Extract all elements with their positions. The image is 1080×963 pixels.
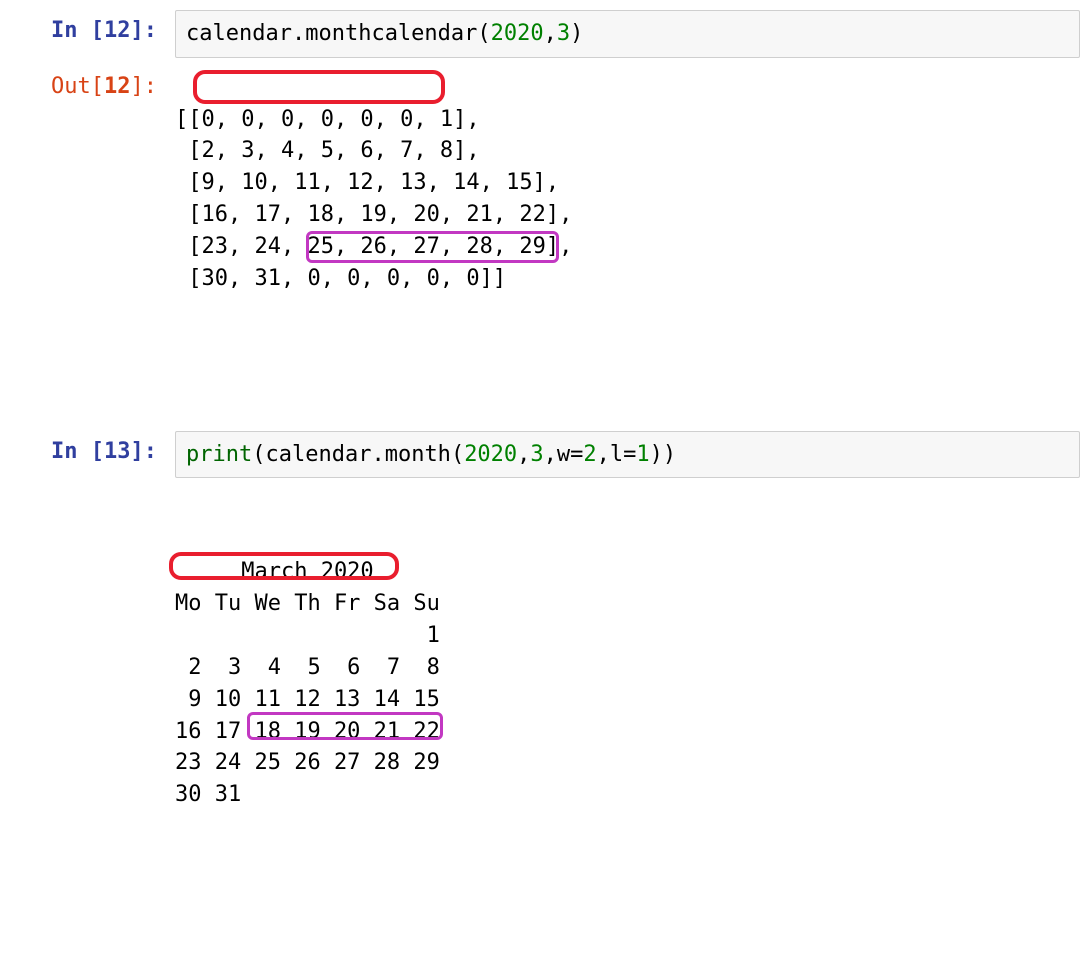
code-token: . [371, 442, 384, 467]
prompt-in-label: In [ [51, 18, 104, 43]
output-line: [2, 3, 4, 5, 6, 7, 8], [175, 138, 480, 163]
code-input-12[interactable]: calendar.monthcalendar(2020,3) [175, 10, 1080, 58]
cell-spacer [0, 405, 1080, 431]
code-token: l [610, 442, 623, 467]
code-token: print [186, 442, 252, 467]
output-line: [16, 17, 18, 19, 20, 21, 22], [175, 202, 572, 227]
prompt-number: 12 [104, 74, 131, 99]
code-token: ( [451, 442, 464, 467]
prompt-number: 13 [104, 439, 131, 464]
code-token: ) [663, 442, 676, 467]
code-token: monthcalendar [305, 21, 477, 46]
prompt-number: 12 [104, 18, 131, 43]
prompt-suffix: ]: [131, 18, 158, 43]
code-token: 3 [557, 21, 570, 46]
output-line: [[0, 0, 0, 0, 0, 0, 1], [175, 107, 480, 132]
code-token: ( [252, 442, 265, 467]
code-token: 1 [636, 442, 649, 467]
code-token: w [557, 442, 570, 467]
code-token: ( [477, 21, 490, 46]
code-token: 2020 [491, 21, 544, 46]
code-input-13[interactable]: print(calendar.month(2020,3,w=2,l=1)) [175, 431, 1080, 479]
code-token: = [623, 442, 636, 467]
empty-output-prompt [0, 486, 175, 494]
code-token: 3 [530, 442, 543, 467]
code-token: ) [650, 442, 663, 467]
input-prompt-12: In [12]: [0, 10, 175, 43]
prompt-suffix: ]: [131, 74, 158, 99]
prompt-out-label: Out[ [51, 74, 104, 99]
code-token: . [292, 21, 305, 46]
output-prompt-12: Out[12]: [0, 66, 175, 99]
code-token: 2020 [464, 442, 517, 467]
output-text-13: March 2020 Mo Tu We Th Fr Sa Su 1 2 3 4 … [175, 486, 1080, 944]
prompt-in-label: In [ [51, 439, 104, 464]
output-cell-12: Out[12]: [[0, 0, 0, 0, 0, 0, 1], [2, 3, … [0, 66, 1080, 397]
code-token: , [544, 21, 557, 46]
code-token: calendar [265, 442, 371, 467]
code-token: ) [570, 21, 583, 46]
input-prompt-13: In [13]: [0, 431, 175, 464]
input-cell-13: In [13]: print(calendar.month(2020,3,w=2… [0, 431, 1080, 479]
code-token: = [570, 442, 583, 467]
code-token: , [597, 442, 610, 467]
calendar-month-output: March 2020 Mo Tu We Th Fr Sa Su 1 2 3 4 … [175, 556, 1080, 811]
output-line: [9, 10, 11, 12, 13, 14, 15], [175, 170, 559, 195]
code-token: , [544, 442, 557, 467]
code-token: , [517, 442, 530, 467]
output-cell-13: March 2020 Mo Tu We Th Fr Sa Su 1 2 3 4 … [0, 486, 1080, 944]
code-token: month [385, 442, 451, 467]
code-token: calendar [186, 21, 292, 46]
input-cell-12: In [12]: calendar.monthcalendar(2020,3) [0, 10, 1080, 58]
output-text-12: [[0, 0, 0, 0, 0, 0, 1], [2, 3, 4, 5, 6, … [175, 66, 1080, 397]
output-line: [23, 24, 25, 26, 27, 28, 29], [175, 234, 572, 259]
prompt-suffix: ]: [131, 439, 158, 464]
red-highlight-box [193, 70, 445, 104]
code-token: 2 [583, 442, 596, 467]
output-line: [30, 31, 0, 0, 0, 0, 0]] [175, 266, 506, 291]
